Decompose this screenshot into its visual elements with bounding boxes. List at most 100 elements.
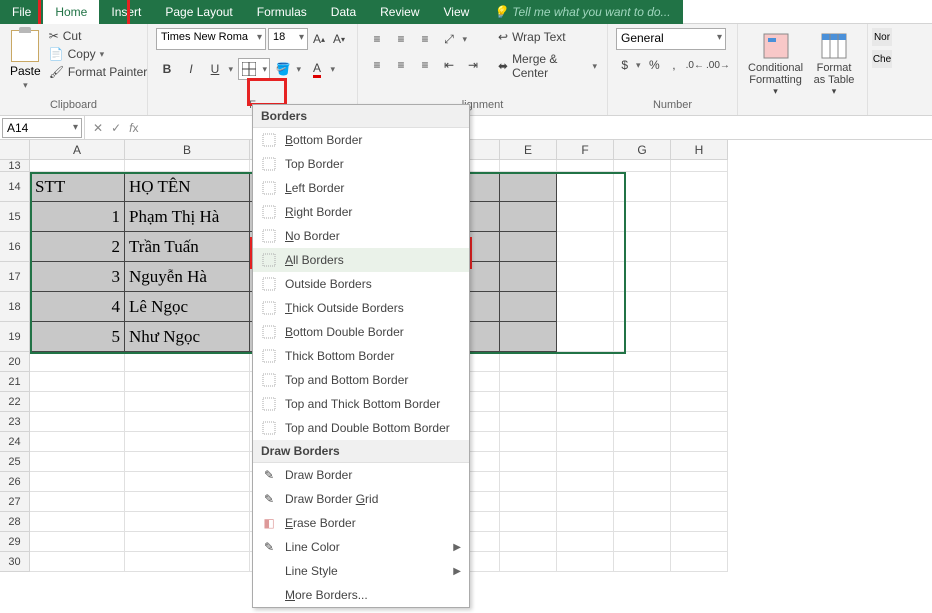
border-draw-option[interactable]: ✎Draw Border Grid: [253, 487, 469, 511]
cell[interactable]: [614, 392, 671, 412]
border-option[interactable]: Top and Bottom Border: [253, 368, 469, 392]
col-header-F[interactable]: F: [557, 140, 614, 160]
cell[interactable]: [557, 432, 614, 452]
cell[interactable]: [500, 472, 557, 492]
cell[interactable]: [614, 322, 671, 352]
cell[interactable]: [557, 472, 614, 492]
number-format-select[interactable]: General: [616, 28, 726, 50]
cell[interactable]: [614, 232, 671, 262]
align-middle-button[interactable]: ≡: [390, 28, 412, 50]
cell[interactable]: [500, 352, 557, 372]
cell[interactable]: [500, 492, 557, 512]
row-header[interactable]: 23: [0, 412, 30, 432]
row-header[interactable]: 28: [0, 512, 30, 532]
cell[interactable]: [671, 322, 728, 352]
truncated-item-2[interactable]: Che: [872, 50, 892, 68]
format-painter-button[interactable]: 🖌Format Painter: [47, 64, 150, 80]
row-header[interactable]: 30: [0, 552, 30, 572]
truncated-item-1[interactable]: Nor: [872, 28, 892, 46]
cell[interactable]: [557, 322, 614, 352]
cell[interactable]: [500, 262, 557, 292]
border-option[interactable]: Right Border: [253, 200, 469, 224]
border-draw-option[interactable]: ✎Draw Border: [253, 463, 469, 487]
row-header[interactable]: 14: [0, 172, 30, 202]
cell[interactable]: [557, 392, 614, 412]
cell[interactable]: [671, 392, 728, 412]
cell[interactable]: [30, 352, 125, 372]
cell[interactable]: [30, 512, 125, 532]
row-header[interactable]: 24: [0, 432, 30, 452]
cell[interactable]: [30, 532, 125, 552]
cell[interactable]: [500, 202, 557, 232]
cell[interactable]: [30, 160, 125, 172]
cell[interactable]: [557, 532, 614, 552]
cell[interactable]: [500, 292, 557, 322]
border-option[interactable]: Top and Double Bottom Border: [253, 416, 469, 440]
cell[interactable]: [614, 472, 671, 492]
cell[interactable]: [614, 552, 671, 572]
tab-data[interactable]: Data: [319, 0, 368, 24]
cell[interactable]: [500, 512, 557, 532]
cell[interactable]: [557, 492, 614, 512]
merge-center-button[interactable]: ⬌Merge & Center▾: [496, 50, 599, 82]
border-option[interactable]: Left Border: [253, 176, 469, 200]
conditional-formatting-button[interactable]: Conditional Formatting▾: [746, 28, 805, 99]
cell[interactable]: 2: [30, 232, 125, 262]
cell[interactable]: [30, 412, 125, 432]
tell-me[interactable]: 💡Tell me what you want to do...: [481, 0, 682, 24]
cell[interactable]: [614, 202, 671, 232]
border-option[interactable]: Top Border: [253, 152, 469, 176]
increase-decimal-button[interactable]: .0←: [685, 54, 705, 76]
name-box[interactable]: A14: [2, 118, 82, 138]
cell[interactable]: [671, 172, 728, 202]
row-header[interactable]: 16: [0, 232, 30, 262]
row-header[interactable]: 17: [0, 262, 30, 292]
cell[interactable]: [614, 292, 671, 322]
cell[interactable]: [614, 352, 671, 372]
cell[interactable]: 5: [30, 322, 125, 352]
cell[interactable]: [671, 512, 728, 532]
cell[interactable]: [671, 372, 728, 392]
row-header[interactable]: 25: [0, 452, 30, 472]
cell[interactable]: [30, 432, 125, 452]
select-all-corner[interactable]: [0, 140, 30, 160]
cell[interactable]: [614, 532, 671, 552]
cell[interactable]: [614, 512, 671, 532]
cell[interactable]: [671, 352, 728, 372]
cell[interactable]: [500, 232, 557, 262]
cell[interactable]: [125, 160, 250, 172]
italic-button[interactable]: I: [180, 58, 202, 80]
cell[interactable]: [500, 452, 557, 472]
cell[interactable]: [500, 552, 557, 572]
cell[interactable]: [125, 532, 250, 552]
cell[interactable]: [671, 262, 728, 292]
row-header[interactable]: 29: [0, 532, 30, 552]
cell[interactable]: [671, 292, 728, 322]
cell[interactable]: STT: [30, 172, 125, 202]
copy-button[interactable]: 📄Copy▾: [47, 46, 150, 62]
wrap-text-button[interactable]: ↩Wrap Text: [496, 28, 599, 46]
border-option[interactable]: Thick Outside Borders: [253, 296, 469, 320]
cell[interactable]: Lê Ngọc: [125, 292, 250, 322]
percent-button[interactable]: %: [646, 54, 664, 76]
cell[interactable]: HỌ TÊN: [125, 172, 250, 202]
row-header[interactable]: 15: [0, 202, 30, 232]
borders-button[interactable]: [238, 58, 270, 80]
border-option[interactable]: Top and Thick Bottom Border: [253, 392, 469, 416]
row-header[interactable]: 20: [0, 352, 30, 372]
border-option[interactable]: All Borders: [253, 248, 469, 272]
cell[interactable]: [30, 452, 125, 472]
align-top-button[interactable]: ≡: [366, 28, 388, 50]
decrease-decimal-button[interactable]: .00→: [707, 54, 729, 76]
col-header-B[interactable]: B: [125, 140, 250, 160]
row-header[interactable]: 21: [0, 372, 30, 392]
cell[interactable]: [500, 532, 557, 552]
cell[interactable]: [557, 412, 614, 432]
row-header[interactable]: 26: [0, 472, 30, 492]
border-option[interactable]: No Border: [253, 224, 469, 248]
enter-icon[interactable]: ✓: [111, 121, 121, 135]
border-draw-option[interactable]: ◧Erase Border: [253, 511, 469, 535]
tab-view[interactable]: View: [432, 0, 482, 24]
cell[interactable]: [557, 512, 614, 532]
cell[interactable]: [125, 492, 250, 512]
